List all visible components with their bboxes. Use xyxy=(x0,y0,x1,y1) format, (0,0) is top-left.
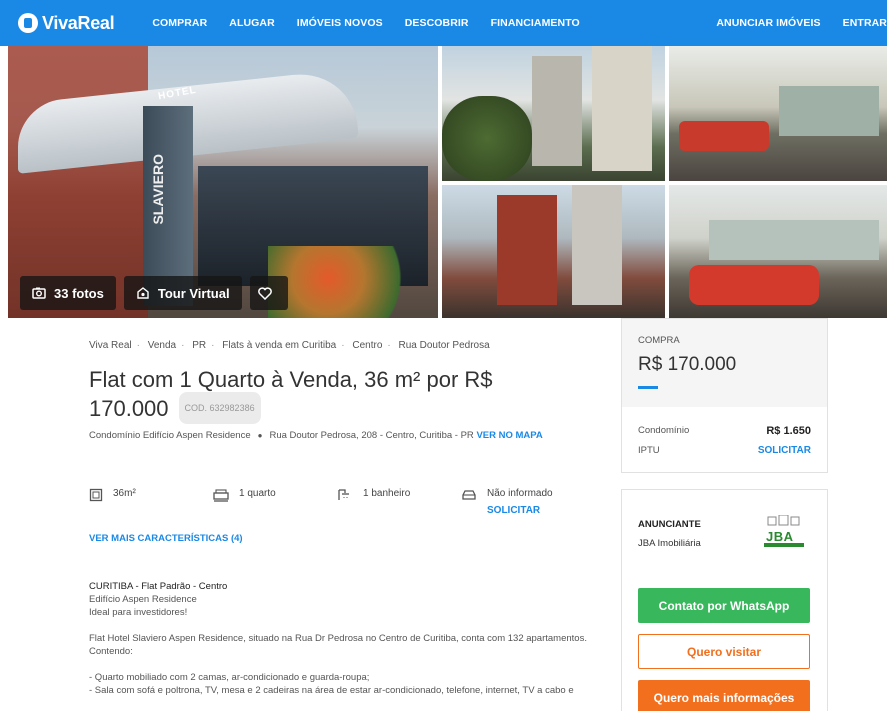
description-line: Ideal para investidores! xyxy=(89,607,188,618)
advertiser-label: ANUNCIANTE xyxy=(638,519,701,530)
gallery-photo-5[interactable] xyxy=(669,185,887,318)
breadcrumb-item[interactable]: Venda xyxy=(148,340,176,351)
nav-descobrir[interactable]: DESCOBRIR xyxy=(405,17,469,29)
nav-anunciar-imoveis[interactable]: ANUNCIAR IMÓVEIS xyxy=(716,17,820,29)
price-card: COMPRA R$ 170.000 Condomínio R$ 1.650 IP… xyxy=(621,318,828,473)
iptu-row: IPTU SOLICITAR xyxy=(638,445,811,456)
description-headline: CURITIBA - Flat Padrão - Centro xyxy=(89,581,228,592)
features-row: 36m² 1 quarto 1 banheiro Não informado S… xyxy=(89,488,589,528)
top-navbar: VivaReal COMPRAR ALUGAR IMÓVEIS NOVOS DE… xyxy=(0,0,887,46)
bathrooms-value: 1 banheiro xyxy=(363,488,411,499)
advertiser-name[interactable]: JBA Imobiliária xyxy=(638,538,701,549)
vivareal-logo[interactable]: VivaReal xyxy=(18,12,115,34)
logo-text: VivaReal xyxy=(42,12,115,33)
bed-icon xyxy=(213,489,229,502)
breadcrumb-separator: · xyxy=(211,340,215,351)
advertiser-logo[interactable]: JBA xyxy=(762,514,808,551)
bathroom-icon xyxy=(338,489,349,500)
gallery-actions: 33 fotos Tour Virtual xyxy=(20,276,296,310)
listing-code-badge: COD. 632982386 xyxy=(178,392,261,424)
breadcrumb-item[interactable]: PR xyxy=(192,340,206,351)
breadcrumb-separator: · xyxy=(136,340,140,351)
photo-window xyxy=(779,86,879,136)
nav-financiamento[interactable]: FINANCIAMENTO xyxy=(491,17,580,29)
heart-icon xyxy=(257,286,272,300)
description-bullet: - Quarto mobiliado com 2 camas, ar-condi… xyxy=(89,672,370,683)
gallery-photo-2[interactable] xyxy=(442,46,665,181)
photos-count: 33 fotos xyxy=(54,285,104,301)
price-value: R$ 170.000 xyxy=(638,354,737,375)
more-features-link[interactable]: VER MAIS CARACTERÍSTICAS (4) xyxy=(89,533,243,544)
photo-window xyxy=(709,220,879,260)
schedule-visit-button[interactable]: Quero visitar xyxy=(638,634,810,669)
advertiser-logo-text: JBA xyxy=(766,529,794,544)
gallery-photo-4[interactable] xyxy=(442,185,665,318)
listing-title: Flat com 1 Quarto à Venda, 36 m² por R$ … xyxy=(89,367,493,421)
condo-fee-value: R$ 1.650 xyxy=(766,425,811,437)
description-line: Edifício Aspen Residence xyxy=(89,594,197,605)
bullet-separator: ● xyxy=(257,431,263,440)
condo-name: Condomínio Edifício Aspen Residence xyxy=(89,430,251,441)
photos-button[interactable]: 33 fotos xyxy=(20,276,116,310)
more-info-button[interactable]: Quero mais informações xyxy=(638,680,810,711)
breadcrumb-separator: · xyxy=(341,340,345,351)
description-paragraph: Flat Hotel Slaviero Aspen Residence, sit… xyxy=(89,633,587,657)
breadcrumb-item[interactable]: Flats à venda em Curitiba xyxy=(222,340,336,351)
nav-alugar[interactable]: ALUGAR xyxy=(229,17,275,29)
map-link[interactable]: VER NO MAPA xyxy=(476,430,542,441)
main-nav: COMPRAR ALUGAR IMÓVEIS NOVOS DESCOBRIR F… xyxy=(152,17,601,29)
feature-bathrooms: 1 banheiro xyxy=(337,488,410,502)
nav-right: ANUNCIAR IMÓVEIS ENTRAR xyxy=(694,0,887,46)
parking-request-link[interactable]: SOLICITAR xyxy=(487,505,553,516)
nav-entrar[interactable]: ENTRAR xyxy=(843,17,887,29)
virtual-tour-button[interactable]: Tour Virtual xyxy=(123,276,242,310)
photo-building xyxy=(497,195,557,305)
breadcrumb-item[interactable]: Viva Real xyxy=(89,340,132,351)
tour-icon xyxy=(137,286,149,299)
listing-address: Condomínio Edifício Aspen Residence ● Rua … xyxy=(89,430,543,441)
photo-sofa xyxy=(679,121,769,151)
breadcrumb-item[interactable]: Rua Doutor Pedrosa xyxy=(399,340,490,351)
condo-fee-label: Condomínio xyxy=(638,425,690,436)
advertiser-card: ANUNCIANTE JBA Imobiliária JBA Contato p… xyxy=(621,489,828,711)
breadcrumb: Viva Real · Venda · PR · Flats à venda em C… xyxy=(89,340,490,351)
price-header: COMPRA R$ 170.000 xyxy=(622,319,827,407)
feature-bedrooms: 1 quarto xyxy=(213,488,276,502)
nav-imoveis-novos[interactable]: IMÓVEIS NOVOS xyxy=(297,17,383,29)
price-label: COMPRA xyxy=(638,335,680,346)
feature-area: 36m² xyxy=(89,488,136,502)
photo-building xyxy=(572,185,622,305)
photo-building xyxy=(592,46,652,171)
street-address: Rua Doutor Pedrosa, 208 - Centro, Curiti… xyxy=(269,430,474,441)
bedrooms-value: 1 quarto xyxy=(239,488,276,499)
iptu-request-link[interactable]: SOLICITAR xyxy=(758,445,811,456)
area-value: 36m² xyxy=(113,488,136,499)
page-title: Flat com 1 Quarto à Venda, 36 m² por R$ … xyxy=(89,366,559,426)
condo-fee-row: Condomínio R$ 1.650 xyxy=(638,425,811,437)
tour-label: Tour Virtual xyxy=(157,285,230,301)
photo-sofa xyxy=(689,265,819,305)
area-icon xyxy=(89,488,103,502)
whatsapp-contact-button[interactable]: Contato por WhatsApp xyxy=(638,588,810,623)
parking-value: Não informado xyxy=(487,488,553,499)
listing-description: CURITIBA - Flat Padrão - Centro Edifício… xyxy=(89,580,589,697)
logo-icon xyxy=(18,13,38,33)
iptu-label: IPTU xyxy=(638,445,660,456)
breadcrumb-item[interactable]: Centro xyxy=(352,340,382,351)
car-icon xyxy=(462,490,476,500)
description-bullet: - Sala com sofá e poltrona, TV, mesa e 2… xyxy=(89,685,574,696)
nav-comprar[interactable]: COMPRAR xyxy=(152,17,207,29)
camera-icon xyxy=(32,287,46,299)
favorite-button[interactable] xyxy=(249,276,288,310)
breadcrumb-separator: · xyxy=(181,340,185,351)
photo-tower-text: SLAVIERO xyxy=(150,154,166,225)
gallery-photo-3[interactable] xyxy=(669,46,887,181)
feature-parking: Não informado SOLICITAR xyxy=(461,488,553,516)
price-accent-bar xyxy=(638,386,658,389)
breadcrumb-separator: · xyxy=(387,340,391,351)
photo-tree xyxy=(442,96,532,181)
photo-building xyxy=(532,56,582,166)
